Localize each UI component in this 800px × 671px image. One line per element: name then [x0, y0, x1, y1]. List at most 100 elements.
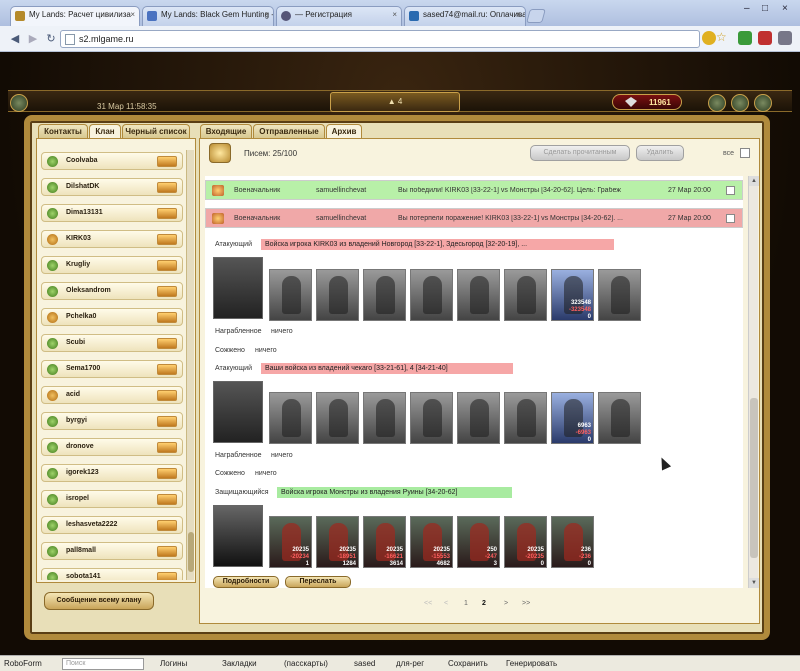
minimize-button[interactable]: –: [744, 3, 750, 14]
unit-portrait[interactable]: [504, 269, 547, 321]
close-window-button[interactable]: ×: [782, 3, 788, 14]
send-mail-icon[interactable]: [157, 182, 177, 193]
unit-portrait[interactable]: 20235 -20235 0: [504, 516, 547, 568]
message-checkbox[interactable]: [726, 214, 735, 223]
unit-portrait[interactable]: [457, 392, 500, 444]
tab-contacts[interactable]: Контакты: [38, 124, 88, 138]
unit-portrait[interactable]: [316, 392, 359, 444]
message-scrollbar[interactable]: ▲ ▼: [748, 176, 759, 588]
back-arrow-icon[interactable]: ◀: [8, 32, 22, 46]
unit-portrait[interactable]: [410, 269, 453, 321]
clan-member-row[interactable]: Dima13131: [41, 204, 183, 222]
delete-button[interactable]: Удалить: [636, 145, 684, 161]
wrench-icon[interactable]: [778, 31, 792, 45]
send-mail-icon[interactable]: [157, 390, 177, 401]
roboform-search-input[interactable]: Поиск: [62, 658, 144, 670]
clan-list-scrollbar[interactable]: [186, 150, 194, 580]
unit-portrait[interactable]: [269, 269, 312, 321]
scroll-thumb[interactable]: [750, 398, 758, 558]
send-mail-icon[interactable]: [157, 338, 177, 349]
close-tab-icon[interactable]: ×: [516, 10, 521, 19]
browser-tab-2[interactable]: My Lands: Black Gem Hunting - ×: [142, 6, 274, 26]
tab-blacklist[interactable]: Черный список: [122, 124, 190, 138]
select-all-checkbox[interactable]: [740, 148, 750, 158]
details-button[interactable]: Подробности: [213, 576, 279, 588]
star-icon[interactable]: ☆: [716, 31, 730, 45]
send-mail-icon[interactable]: [157, 546, 177, 557]
send-mail-icon[interactable]: [157, 286, 177, 297]
clan-member-row[interactable]: leshasveta2222: [41, 516, 183, 534]
scroll-up-arrow-icon[interactable]: ▲: [749, 176, 759, 186]
clan-member-row[interactable]: Coolvaba: [41, 152, 183, 170]
clan-member-row[interactable]: pall8mall: [41, 542, 183, 560]
pager-page-2[interactable]: 2: [482, 600, 486, 607]
clan-member-row[interactable]: isropel: [41, 490, 183, 508]
castle-icon[interactable]: [708, 94, 726, 112]
key-icon[interactable]: [702, 31, 716, 45]
message-all-clan-button[interactable]: Сообщение всему клану: [44, 592, 154, 610]
close-tab-icon[interactable]: ×: [130, 10, 135, 19]
clan-member-row[interactable]: KIRK03: [41, 230, 183, 248]
pager-page-1[interactable]: 1: [464, 600, 468, 607]
roboform-icon[interactable]: [738, 31, 752, 45]
message-row-win[interactable]: Военачальник samuellinchevat Вы победили…: [205, 180, 743, 200]
unit-portrait[interactable]: 6963 -6963 0: [551, 392, 594, 444]
clan-member-row[interactable]: Pchelka0: [41, 308, 183, 326]
clan-member-row[interactable]: Oleksandrom: [41, 282, 183, 300]
clan-member-row[interactable]: Sema1700: [41, 360, 183, 378]
message-row-lose[interactable]: Военачальник samuellinchevat Вы потерпел…: [205, 208, 743, 228]
home-icon[interactable]: [10, 94, 28, 112]
maximize-button[interactable]: □: [762, 3, 768, 14]
unit-portrait[interactable]: 20235 -16621 3614: [363, 516, 406, 568]
forward-button[interactable]: Переслать: [285, 576, 351, 588]
send-mail-icon[interactable]: [157, 494, 177, 505]
send-mail-icon[interactable]: [157, 312, 177, 323]
pager-last[interactable]: >>: [522, 600, 530, 607]
sased-button[interactable]: sased: [354, 659, 375, 668]
coins-counter[interactable]: 11961: [612, 94, 682, 110]
center-emblem[interactable]: ▲ 4: [330, 92, 460, 112]
clan-member-row[interactable]: sobota141: [41, 568, 183, 580]
close-tab-icon[interactable]: ×: [392, 10, 397, 19]
send-mail-icon[interactable]: [157, 468, 177, 479]
forreg-button[interactable]: для-рег: [396, 659, 424, 668]
roboform-label[interactable]: RoboForm: [4, 659, 42, 668]
unit-portrait[interactable]: 20235 -18951 1284: [316, 516, 359, 568]
browser-tab-4[interactable]: sased74@mail.ru: Оплачивае ×: [404, 6, 526, 26]
unit-portrait[interactable]: 323548 -323548 0: [551, 269, 594, 321]
clan-member-row[interactable]: DilshatDK: [41, 178, 183, 196]
unit-portrait[interactable]: [363, 269, 406, 321]
clan-member-row[interactable]: dronove: [41, 438, 183, 456]
clan-member-row[interactable]: acid: [41, 386, 183, 404]
bookmarks-button[interactable]: Закладки: [222, 659, 257, 668]
send-mail-icon[interactable]: [157, 442, 177, 453]
clan-member-row[interactable]: Scubi: [41, 334, 183, 352]
tab-clan[interactable]: Клан: [89, 124, 121, 139]
unit-portrait[interactable]: [598, 392, 641, 444]
unit-portrait[interactable]: [269, 392, 312, 444]
pager-prev[interactable]: <: [444, 600, 448, 607]
unit-portrait[interactable]: [504, 392, 547, 444]
clan-member-row[interactable]: igorek123: [41, 464, 183, 482]
pager-next[interactable]: >: [504, 600, 508, 607]
unit-portrait[interactable]: 236 -236 0: [551, 516, 594, 568]
address-bar[interactable]: s2.mlgame.ru: [60, 30, 700, 48]
clan-member-row[interactable]: Krugliy: [41, 256, 183, 274]
clan-member-row[interactable]: byrgyi: [41, 412, 183, 430]
tab-archive[interactable]: Архив: [326, 124, 362, 139]
settings-icon[interactable]: [731, 94, 749, 112]
unit-portrait[interactable]: 250 -247 3: [457, 516, 500, 568]
adblock-icon[interactable]: [758, 31, 772, 45]
unit-portrait[interactable]: 20235 -20234 1: [269, 516, 312, 568]
message-checkbox[interactable]: [726, 186, 735, 195]
browser-tab-3[interactable]: — Регистрация ×: [276, 6, 402, 26]
scroll-thumb[interactable]: [188, 532, 194, 572]
forward-arrow-icon[interactable]: ▶: [26, 32, 40, 46]
send-mail-icon[interactable]: [157, 572, 177, 580]
new-tab-button[interactable]: [526, 9, 546, 23]
tab-inbox[interactable]: Входящие: [200, 124, 252, 138]
tab-sent[interactable]: Отправленные: [253, 124, 325, 138]
passcards-button[interactable]: (пасскарты): [284, 659, 328, 668]
generate-button[interactable]: Генерировать: [506, 659, 557, 668]
unit-portrait[interactable]: [316, 269, 359, 321]
